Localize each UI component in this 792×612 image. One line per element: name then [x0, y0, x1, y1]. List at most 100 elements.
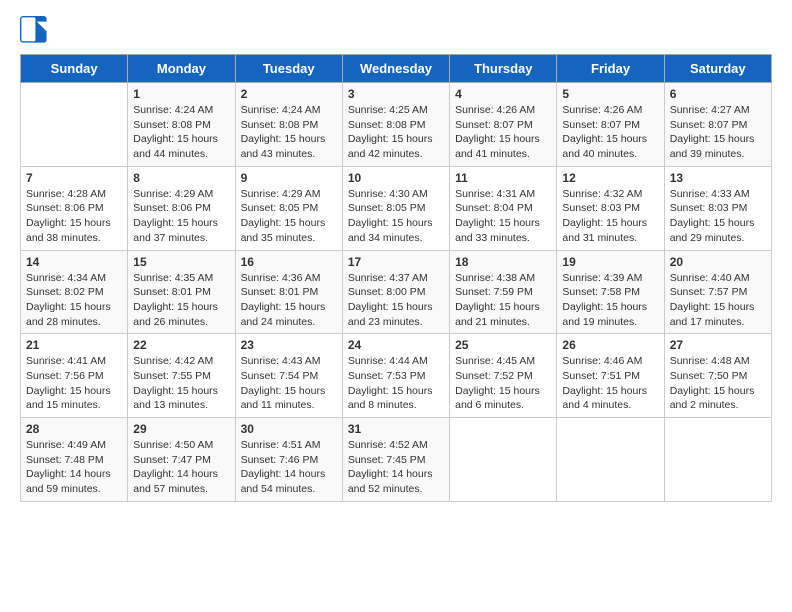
day-info: Sunrise: 4:27 AM Sunset: 8:07 PM Dayligh…: [670, 103, 766, 162]
calendar-cell: 4 Sunrise: 4:26 AM Sunset: 8:07 PM Daylig…: [450, 83, 557, 167]
day-info: Sunrise: 4:43 AM Sunset: 7:54 PM Dayligh…: [241, 354, 337, 413]
day-number: 4: [455, 87, 551, 101]
day-info: Sunrise: 4:41 AM Sunset: 7:56 PM Dayligh…: [26, 354, 122, 413]
day-number: 15: [133, 255, 229, 269]
day-number: 13: [670, 171, 766, 185]
calendar-cell: 13 Sunrise: 4:33 AM Sunset: 8:03 PM Dayli…: [664, 166, 771, 250]
day-number: 14: [26, 255, 122, 269]
day-number: 2: [241, 87, 337, 101]
week-row-2: 7Sunrise: 4:28 AM Sunset: 8:06 PM Daylig…: [21, 166, 772, 250]
day-info: Sunrise: 4:29 AM Sunset: 8:06 PM Dayligh…: [133, 187, 229, 246]
day-info: Sunrise: 4:39 AM Sunset: 7:58 PM Dayligh…: [562, 271, 658, 330]
day-number: 22: [133, 338, 229, 352]
header: [20, 16, 772, 44]
day-number: 9: [241, 171, 337, 185]
calendar-cell: 12 Sunrise: 4:32 AM Sunset: 8:03 PM Dayli…: [557, 166, 664, 250]
calendar-cell: 7Sunrise: 4:28 AM Sunset: 8:06 PM Daylig…: [21, 166, 128, 250]
calendar-cell: 6 Sunrise: 4:27 AM Sunset: 8:07 PM Daylig…: [664, 83, 771, 167]
calendar-cell: 15 Sunrise: 4:35 AM Sunset: 8:01 PM Dayli…: [128, 250, 235, 334]
day-number: 8: [133, 171, 229, 185]
day-info: Sunrise: 4:26 AM Sunset: 8:07 PM Dayligh…: [455, 103, 551, 162]
day-info: Sunrise: 4:36 AM Sunset: 8:01 PM Dayligh…: [241, 271, 337, 330]
day-number: 11: [455, 171, 551, 185]
calendar-cell: 25 Sunrise: 4:45 AM Sunset: 7:52 PM Dayli…: [450, 334, 557, 418]
day-info: Sunrise: 4:48 AM Sunset: 7:50 PM Dayligh…: [670, 354, 766, 413]
col-header-wednesday: Wednesday: [342, 55, 449, 83]
col-header-thursday: Thursday: [450, 55, 557, 83]
calendar-cell: 21 Sunrise: 4:41 AM Sunset: 7:56 PM Dayli…: [21, 334, 128, 418]
day-number: 30: [241, 422, 337, 436]
day-info: Sunrise: 4:35 AM Sunset: 8:01 PM Dayligh…: [133, 271, 229, 330]
calendar-cell: 10 Sunrise: 4:30 AM Sunset: 8:05 PM Dayli…: [342, 166, 449, 250]
calendar-cell: [21, 83, 128, 167]
day-number: 19: [562, 255, 658, 269]
day-number: 27: [670, 338, 766, 352]
calendar-cell: 23 Sunrise: 4:43 AM Sunset: 7:54 PM Dayli…: [235, 334, 342, 418]
day-info: Sunrise: 4:44 AM Sunset: 7:53 PM Dayligh…: [348, 354, 444, 413]
calendar-cell: 2 Sunrise: 4:24 AM Sunset: 8:08 PM Daylig…: [235, 83, 342, 167]
day-info: Sunrise: 4:24 AM Sunset: 8:08 PM Dayligh…: [241, 103, 337, 162]
calendar-cell: 27 Sunrise: 4:48 AM Sunset: 7:50 PM Dayli…: [664, 334, 771, 418]
calendar-cell: 14 Sunrise: 4:34 AM Sunset: 8:02 PM Dayli…: [21, 250, 128, 334]
calendar-cell: 11 Sunrise: 4:31 AM Sunset: 8:04 PM Dayli…: [450, 166, 557, 250]
day-number: 17: [348, 255, 444, 269]
calendar-cell: 8 Sunrise: 4:29 AM Sunset: 8:06 PM Daylig…: [128, 166, 235, 250]
logo: [20, 16, 52, 44]
day-number: 5: [562, 87, 658, 101]
week-row-1: 1Sunrise: 4:24 AM Sunset: 8:08 PM Daylig…: [21, 83, 772, 167]
calendar-cell: 18 Sunrise: 4:38 AM Sunset: 7:59 PM Dayli…: [450, 250, 557, 334]
week-row-5: 28 Sunrise: 4:49 AM Sunset: 7:48 PM Dayli…: [21, 418, 772, 502]
day-info: Sunrise: 4:34 AM Sunset: 8:02 PM Dayligh…: [26, 271, 122, 330]
day-info: Sunrise: 4:49 AM Sunset: 7:48 PM Dayligh…: [26, 438, 122, 497]
day-number: 23: [241, 338, 337, 352]
day-number: 20: [670, 255, 766, 269]
day-info: Sunrise: 4:29 AM Sunset: 8:05 PM Dayligh…: [241, 187, 337, 246]
day-info: Sunrise: 4:50 AM Sunset: 7:47 PM Dayligh…: [133, 438, 229, 497]
logo-icon: [20, 16, 48, 44]
day-info: Sunrise: 4:26 AM Sunset: 8:07 PM Dayligh…: [562, 103, 658, 162]
col-header-saturday: Saturday: [664, 55, 771, 83]
week-row-4: 21 Sunrise: 4:41 AM Sunset: 7:56 PM Dayli…: [21, 334, 772, 418]
day-number: 26: [562, 338, 658, 352]
day-info: Sunrise: 4:25 AM Sunset: 8:08 PM Dayligh…: [348, 103, 444, 162]
day-info: Sunrise: 4:32 AM Sunset: 8:03 PM Dayligh…: [562, 187, 658, 246]
day-info: Sunrise: 4:38 AM Sunset: 7:59 PM Dayligh…: [455, 271, 551, 330]
calendar-cell: [450, 418, 557, 502]
col-header-monday: Monday: [128, 55, 235, 83]
day-info: Sunrise: 4:45 AM Sunset: 7:52 PM Dayligh…: [455, 354, 551, 413]
day-info: Sunrise: 4:51 AM Sunset: 7:46 PM Dayligh…: [241, 438, 337, 497]
calendar-cell: 20Sunrise: 4:40 AM Sunset: 7:57 PM Dayli…: [664, 250, 771, 334]
calendar-cell: 28 Sunrise: 4:49 AM Sunset: 7:48 PM Dayli…: [21, 418, 128, 502]
day-number: 29: [133, 422, 229, 436]
week-row-3: 14 Sunrise: 4:34 AM Sunset: 8:02 PM Dayli…: [21, 250, 772, 334]
calendar-cell: [664, 418, 771, 502]
day-info: Sunrise: 4:46 AM Sunset: 7:51 PM Dayligh…: [562, 354, 658, 413]
col-header-friday: Friday: [557, 55, 664, 83]
calendar-cell: 5 Sunrise: 4:26 AM Sunset: 8:07 PM Daylig…: [557, 83, 664, 167]
day-info: Sunrise: 4:30 AM Sunset: 8:05 PM Dayligh…: [348, 187, 444, 246]
day-number: 6: [670, 87, 766, 101]
calendar-cell: 16 Sunrise: 4:36 AM Sunset: 8:01 PM Dayli…: [235, 250, 342, 334]
day-number: 25: [455, 338, 551, 352]
day-number: 28: [26, 422, 122, 436]
calendar-cell: 9 Sunrise: 4:29 AM Sunset: 8:05 PM Daylig…: [235, 166, 342, 250]
col-header-tuesday: Tuesday: [235, 55, 342, 83]
day-number: 18: [455, 255, 551, 269]
day-info: Sunrise: 4:24 AM Sunset: 8:08 PM Dayligh…: [133, 103, 229, 162]
day-number: 16: [241, 255, 337, 269]
calendar-cell: 30 Sunrise: 4:51 AM Sunset: 7:46 PM Dayli…: [235, 418, 342, 502]
calendar-cell: 17Sunrise: 4:37 AM Sunset: 8:00 PM Dayli…: [342, 250, 449, 334]
day-number: 24: [348, 338, 444, 352]
page: SundayMondayTuesdayWednesdayThursdayFrid…: [0, 0, 792, 518]
day-number: 10: [348, 171, 444, 185]
day-number: 3: [348, 87, 444, 101]
day-info: Sunrise: 4:28 AM Sunset: 8:06 PM Dayligh…: [26, 187, 122, 246]
day-number: 31: [348, 422, 444, 436]
day-number: 12: [562, 171, 658, 185]
day-number: 21: [26, 338, 122, 352]
col-header-sunday: Sunday: [21, 55, 128, 83]
day-info: Sunrise: 4:33 AM Sunset: 8:03 PM Dayligh…: [670, 187, 766, 246]
header-row: SundayMondayTuesdayWednesdayThursdayFrid…: [21, 55, 772, 83]
day-info: Sunrise: 4:52 AM Sunset: 7:45 PM Dayligh…: [348, 438, 444, 497]
day-info: Sunrise: 4:31 AM Sunset: 8:04 PM Dayligh…: [455, 187, 551, 246]
